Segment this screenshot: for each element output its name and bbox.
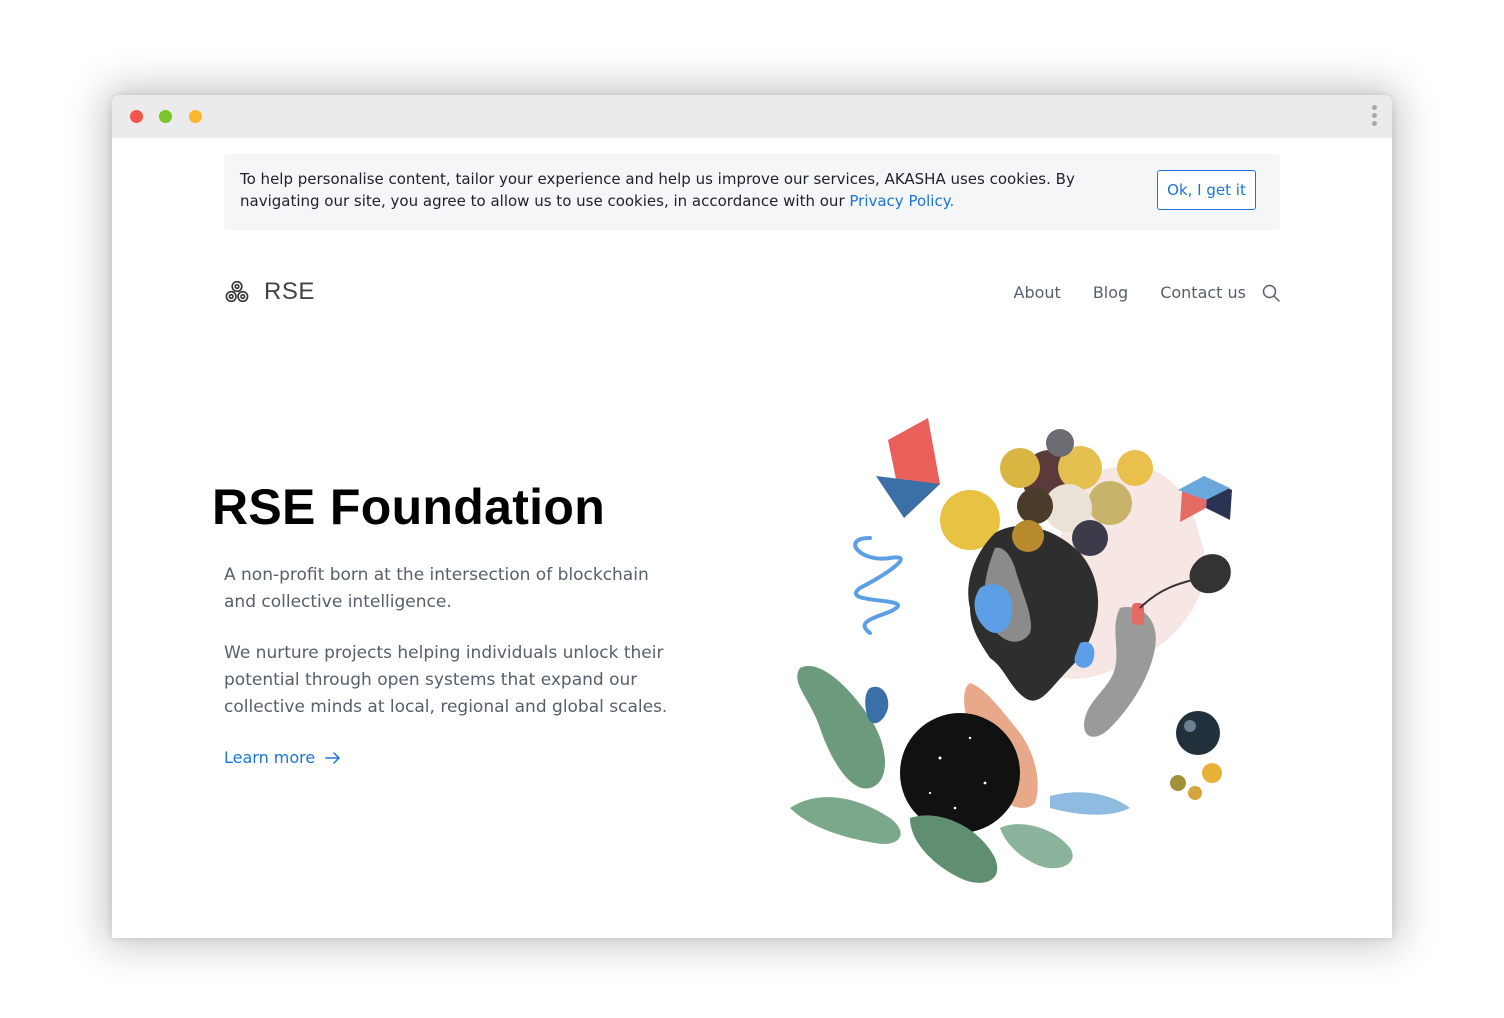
nav-about[interactable]: About — [1014, 283, 1061, 302]
window-titlebar — [112, 95, 1392, 138]
triskelion-icon — [225, 280, 249, 303]
hero-illustration — [790, 418, 1232, 883]
kebab-icon[interactable] — [1370, 105, 1378, 129]
nav-contact[interactable]: Contact us — [1160, 283, 1246, 302]
accept-cookies-button[interactable]: Ok, I get it — [1157, 170, 1256, 210]
search-icon[interactable] — [1262, 284, 1280, 302]
page-content: To help personalise content, tailor your… — [112, 138, 1392, 938]
logo-text: RSE — [264, 278, 315, 305]
privacy-policy-link[interactable]: Privacy Policy. — [849, 192, 954, 210]
maximize-window-button[interactable] — [159, 110, 172, 123]
site-logo[interactable]: RSE — [224, 278, 315, 306]
hero-paragraph-1: A non-profit born at the intersection of… — [224, 565, 649, 612]
browser-window: To help personalise content, tailor your… — [112, 95, 1392, 938]
close-window-button[interactable] — [130, 110, 143, 123]
minimize-window-button[interactable] — [189, 110, 202, 123]
learn-more-link[interactable]: Learn more — [224, 748, 341, 767]
main-nav: About Blog Contact us — [1014, 283, 1281, 302]
cookie-banner-text: To help personalise content, tailor your… — [240, 168, 1140, 212]
arrow-right-icon — [325, 751, 340, 764]
cookie-banner: To help personalise content, tailor your… — [224, 154, 1280, 230]
learn-more-label: Learn more — [224, 748, 316, 767]
hero-paragraph-2: We nurture projects helping individuals … — [224, 643, 668, 717]
nav-blog[interactable]: Blog — [1093, 283, 1128, 302]
hero-title: RSE Foundation — [212, 479, 606, 535]
